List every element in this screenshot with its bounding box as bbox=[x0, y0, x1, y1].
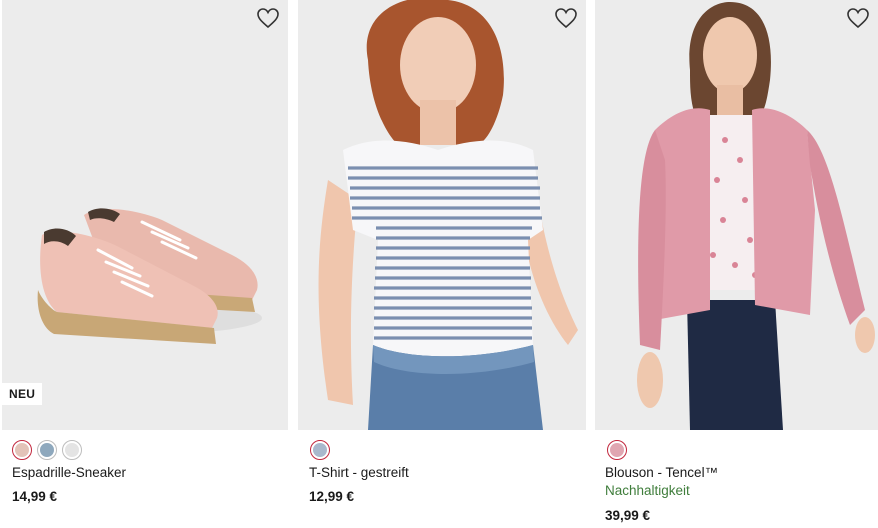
color-swatch[interactable] bbox=[12, 440, 32, 460]
product-grid: NEU Espadrille-Sneaker 14,99 € T-Shirt -… bbox=[0, 0, 878, 528]
striped-tshirt-image bbox=[298, 0, 586, 430]
favorite-heart-icon[interactable] bbox=[846, 7, 870, 29]
product-price: 14,99 € bbox=[12, 489, 58, 504]
sustainability-label: Nachhaltigkeit bbox=[605, 483, 690, 498]
favorite-heart-icon[interactable] bbox=[256, 7, 280, 29]
color-swatch[interactable] bbox=[310, 440, 330, 460]
product-title[interactable]: T-Shirt - gestreift bbox=[309, 465, 409, 480]
color-swatch[interactable] bbox=[37, 440, 57, 460]
color-swatches bbox=[607, 440, 627, 460]
product-card[interactable]: Blouson - Tencel™ Nachhaltigkeit 39,99 € bbox=[595, 0, 878, 528]
product-image[interactable] bbox=[298, 0, 586, 430]
product-card[interactable]: NEU Espadrille-Sneaker 14,99 € bbox=[0, 0, 288, 528]
product-price: 12,99 € bbox=[309, 489, 355, 504]
color-swatch[interactable] bbox=[607, 440, 627, 460]
color-swatch[interactable] bbox=[62, 440, 82, 460]
product-title[interactable]: Blouson - Tencel™ bbox=[605, 465, 718, 480]
product-price: 39,99 € bbox=[605, 508, 651, 523]
blouson-image bbox=[595, 0, 878, 430]
product-image[interactable] bbox=[595, 0, 878, 430]
espadrille-sneaker-image bbox=[2, 0, 288, 430]
product-card[interactable]: T-Shirt - gestreift 12,99 € bbox=[298, 0, 586, 528]
product-title[interactable]: Espadrille-Sneaker bbox=[12, 465, 126, 480]
color-swatches bbox=[310, 440, 330, 460]
color-swatches bbox=[12, 440, 82, 460]
product-image[interactable] bbox=[2, 0, 288, 430]
favorite-heart-icon[interactable] bbox=[554, 7, 578, 29]
new-badge: NEU bbox=[0, 383, 43, 405]
